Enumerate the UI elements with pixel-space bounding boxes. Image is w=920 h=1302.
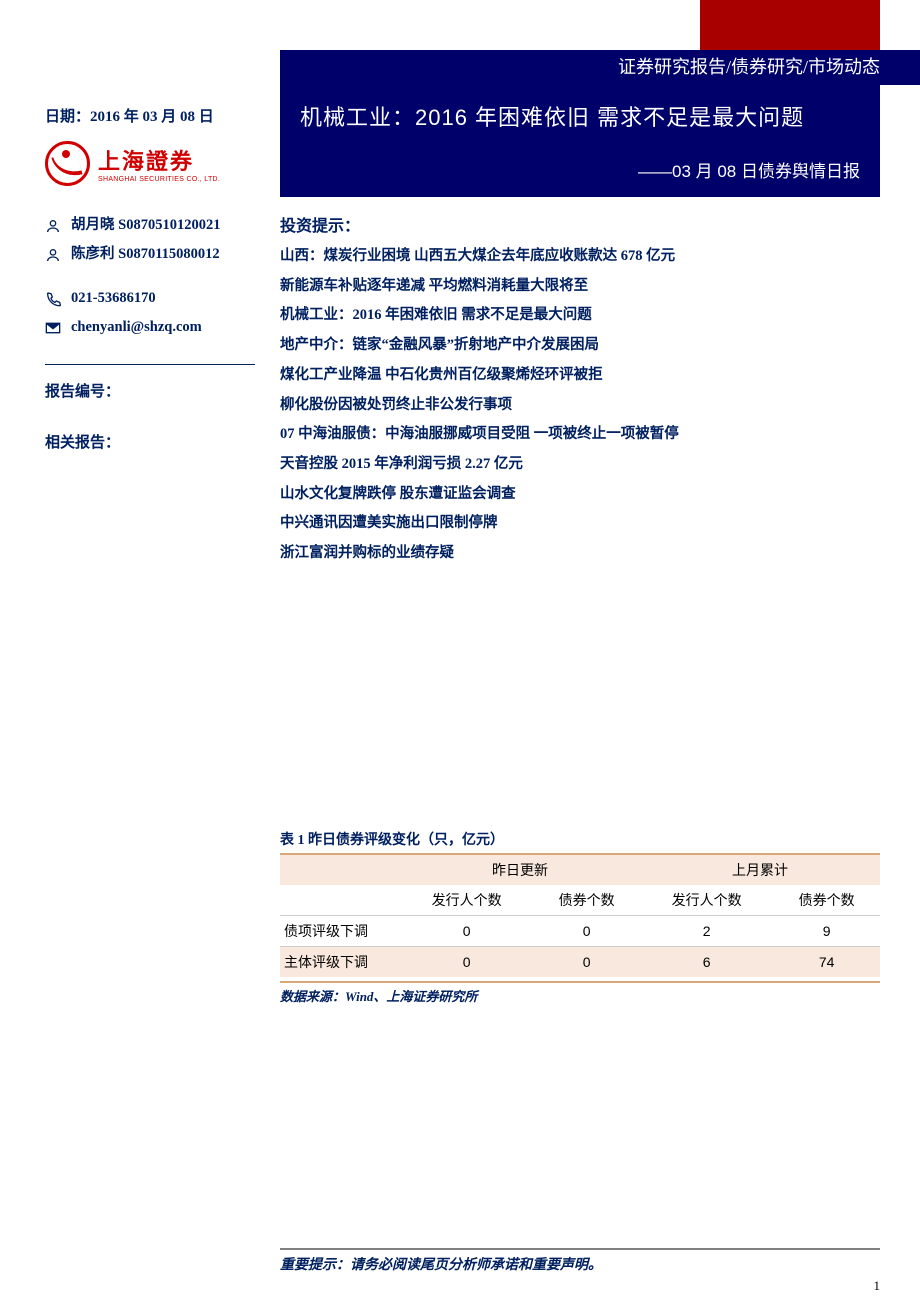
footer: 重要提示：请务必阅读尾页分析师承诺和重要声明。 bbox=[45, 1241, 880, 1274]
top-accent bbox=[700, 0, 880, 50]
table-row: 债项评级下调 0 0 2 9 bbox=[280, 915, 880, 946]
logo-icon bbox=[45, 141, 90, 186]
sidebar-divider bbox=[45, 364, 255, 365]
row-label: 债项评级下调 bbox=[280, 915, 400, 946]
report-no-label: 报告编号： bbox=[45, 380, 280, 401]
column-header: 发行人个数 bbox=[400, 885, 533, 916]
email-address: chenyanli@shzq.com bbox=[71, 313, 202, 342]
phone-number: 021-53686170 bbox=[71, 284, 156, 313]
tip-item: 07 中海油服债：中海油服挪威项目受阻 一项被终止一项被暂停 bbox=[280, 420, 880, 450]
breadcrumb: 证券研究报告/债券研究/市场动态 bbox=[280, 50, 920, 85]
cell: 6 bbox=[640, 946, 773, 977]
tip-item: 山西：煤炭行业困境 山西五大煤企去年底应收账款达 678 亿元 bbox=[280, 242, 880, 272]
tip-item: 山水文化复牌跌停 股东遭证监会调查 bbox=[280, 480, 880, 510]
tip-item: 机械工业：2016 年困难依旧 需求不足是最大问题 bbox=[280, 301, 880, 331]
table-row: 主体评级下调 0 0 6 74 bbox=[280, 946, 880, 977]
col-group-lastmonth: 上月累计 bbox=[640, 854, 880, 885]
tip-item: 天音控股 2015 年净利润亏损 2.27 亿元 bbox=[280, 450, 880, 480]
cell: 9 bbox=[773, 915, 880, 946]
main-title: 机械工业：2016 年困难依旧 需求不足是最大问题 bbox=[300, 100, 860, 132]
data-source: 数据来源：Wind、上海证券研究所 bbox=[280, 981, 880, 1005]
page-number: 1 bbox=[874, 1278, 881, 1294]
cell: 0 bbox=[400, 915, 533, 946]
footer-divider bbox=[280, 1248, 880, 1250]
cell: 0 bbox=[533, 946, 640, 977]
cell: 74 bbox=[773, 946, 880, 977]
phone-row: 021-53686170 bbox=[45, 284, 280, 313]
tip-item: 浙江富润并购标的业绩存疑 bbox=[280, 539, 880, 569]
logo-text-cn: 上海證券 bbox=[98, 144, 220, 176]
cell: 2 bbox=[640, 915, 773, 946]
tip-item: 新能源车补贴逐年递减 平均燃料消耗量大限将至 bbox=[280, 272, 880, 302]
tip-item: 地产中介：链家“金融风暴”折射地产中介发展困局 bbox=[280, 331, 880, 361]
email-row: chenyanli@shzq.com bbox=[45, 313, 280, 342]
cell: 0 bbox=[400, 946, 533, 977]
tip-item: 中兴通讯因遭美实施出口限制停牌 bbox=[280, 509, 880, 539]
tips-header: 投资提示： bbox=[280, 212, 880, 236]
tip-item: 煤化工产业降温 中石化贵州百亿级聚烯烃环评被拒 bbox=[280, 361, 880, 391]
company-logo: 上海證券 SHANGHAI SECURITIES CO., LTD. bbox=[45, 141, 280, 186]
column-header: 债券个数 bbox=[533, 885, 640, 916]
related-reports-label: 相关报告： bbox=[45, 431, 280, 452]
email-icon bbox=[45, 320, 61, 336]
column-header: 债券个数 bbox=[773, 885, 880, 916]
title-box: 机械工业：2016 年困难依旧 需求不足是最大问题 ——03 月 08 日债券舆… bbox=[280, 85, 880, 197]
row-label: 主体评级下调 bbox=[280, 946, 400, 977]
column-header: 发行人个数 bbox=[640, 885, 773, 916]
sub-title: ——03 月 08 日债券舆情日报 bbox=[300, 157, 860, 182]
phone-icon bbox=[45, 291, 61, 307]
analyst-name: 陈彦利 S0870115080012 bbox=[71, 240, 220, 269]
cell: 0 bbox=[533, 915, 640, 946]
logo-text-en: SHANGHAI SECURITIES CO., LTD. bbox=[98, 176, 220, 183]
ratings-table: 昨日更新 上月累计 发行人个数 债券个数 发行人个数 债券个数 债项评级下调 bbox=[280, 853, 880, 977]
footer-notice: 重要提示：请务必阅读尾页分析师承诺和重要声明。 bbox=[280, 1254, 880, 1274]
report-date: 日期：2016 年 03 月 08 日 bbox=[45, 105, 280, 126]
tips-list: 山西：煤炭行业困境 山西五大煤企去年底应收账款达 678 亿元 新能源车补贴逐年… bbox=[280, 242, 880, 569]
user-icon bbox=[45, 218, 61, 234]
col-group-yesterday: 昨日更新 bbox=[400, 854, 640, 885]
analyst-row: 胡月晓 S0870510120021 bbox=[45, 211, 280, 240]
user-icon bbox=[45, 247, 61, 263]
table-caption: 表 1 昨日债券评级变化（只，亿元） bbox=[280, 829, 880, 849]
analyst-row: 陈彦利 S0870115080012 bbox=[45, 240, 280, 269]
top-bar bbox=[0, 0, 920, 50]
analyst-name: 胡月晓 S0870510120021 bbox=[71, 211, 220, 240]
tip-item: 柳化股份因被处罚终止非公发行事项 bbox=[280, 391, 880, 421]
